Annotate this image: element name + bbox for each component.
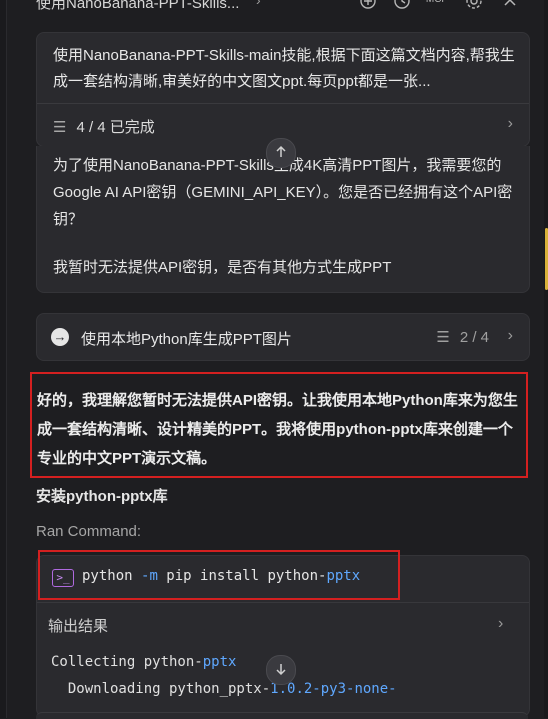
conversation-title[interactable]: 使用NanoBanana-PPT-Skills... [36,0,239,13]
mcp-icon[interactable]: MCP [424,0,450,10]
close-icon[interactable] [500,0,520,10]
assistant-message: 好的，我理解您暂时无法提供API密钥。让我使用本地Python库来为您生成一套结… [37,392,518,467]
settings-icon[interactable] [464,0,484,10]
left-rail [0,0,7,718]
scrollbar[interactable] [544,0,548,718]
task-step-count: ☰ 2 / 4 [436,329,489,346]
chevron-right-icon[interactable]: › [256,0,261,8]
plus-chat-icon[interactable] [358,0,378,10]
chevron-right-icon[interactable]: › [498,615,503,633]
task-step-card[interactable]: → 使用本地Python库生成PPT图片 ☰ 2 / 4 › [36,313,530,361]
user-prompt-card[interactable]: 使用NanoBanana-PPT-Skills-main技能,根据下面这篇文档内… [36,32,530,147]
chevron-right-icon[interactable]: › [508,115,513,133]
ran-command-label: Ran Command: [36,523,142,540]
user-reply-card: 为了使用NanoBanana-PPT-Skills生成4K高清PPT图片，我需要… [36,146,530,293]
task-progress[interactable]: ☰ 4 / 4 已完成 [53,116,155,137]
user-reply-text: 我暂时无法提供API密钥，是否有其他方式生成PPT [53,259,392,276]
task-step-label: 使用本地Python库生成PPT图片 [81,331,292,348]
divider [37,103,529,104]
task-progress-label: 4 / 4 已完成 [76,119,155,136]
list-icon: ☰ [436,329,450,346]
panel-header: 使用NanoBanana-PPT-Skills... › MCP [0,0,548,18]
divider [37,602,529,603]
history-icon[interactable] [392,0,412,10]
output-label[interactable]: 输出结果 [48,615,108,636]
scroll-down-button[interactable] [266,655,296,685]
chevron-right-icon[interactable]: › [508,327,513,345]
command-text[interactable]: python -m pip install python-pptx [82,568,360,584]
arrow-right-circle-icon: → [51,328,69,346]
scroll-up-button[interactable] [266,138,296,168]
output-line: Collecting python-pptx [51,654,237,670]
output-line: Downloading python_pptx-1.0.2-py3-none- [51,681,397,697]
assistant-message-highlight: 好的，我理解您暂时无法提供API密钥。让我使用本地Python库来为您生成一套结… [30,372,528,478]
terminal-icon: >_ [52,569,74,587]
list-icon: ☰ [53,119,67,136]
user-prompt-text: 使用NanoBanana-PPT-Skills-main技能,根据下面这篇文档内… [53,47,515,90]
install-heading: 安装python-pptx库 [36,488,168,505]
